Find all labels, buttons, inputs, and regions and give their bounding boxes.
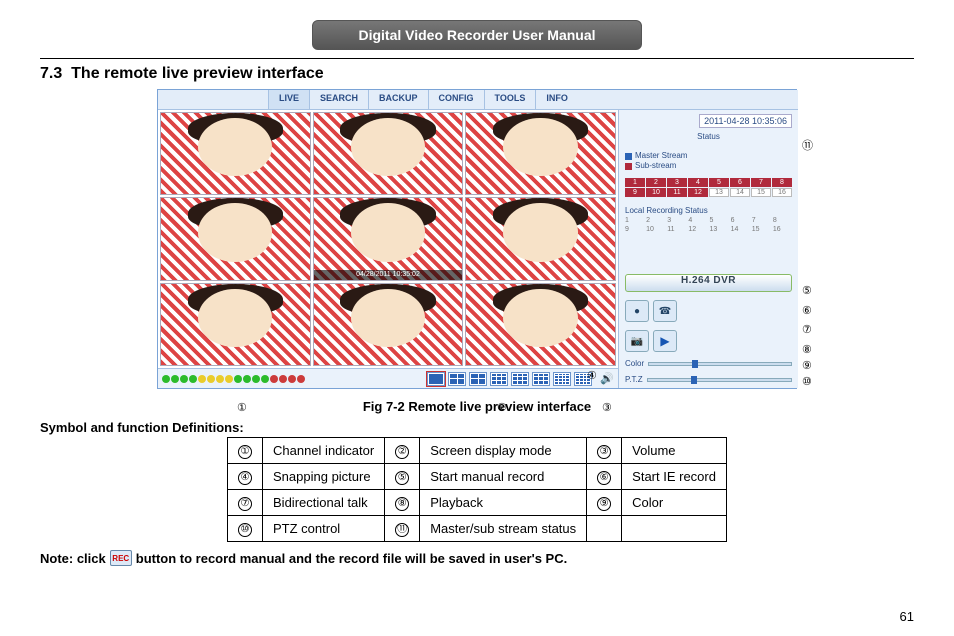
tab-tools[interactable]: TOOLS (484, 90, 536, 109)
view-4b[interactable] (469, 372, 487, 386)
lrs-label: Local Recording Status (625, 206, 792, 215)
camera-tile[interactable] (313, 112, 464, 195)
channel-cell[interactable]: 3 (667, 178, 687, 187)
callout-3: ③ (602, 401, 612, 414)
channel-cell[interactable]: 16 (772, 188, 792, 197)
callout-1: ① (237, 401, 247, 414)
section-heading: 7.3 The remote live preview interface (40, 65, 914, 83)
tab-config[interactable]: CONFIG (428, 90, 484, 109)
channel-cell[interactable]: 4 (688, 178, 708, 187)
channel-cell[interactable]: 10 (646, 188, 666, 197)
channel-cell[interactable]: 8 (772, 178, 792, 187)
tab-search[interactable]: SEARCH (309, 90, 368, 109)
camera-tile[interactable] (465, 283, 616, 366)
section-title-text: The remote live preview interface (71, 65, 324, 82)
rec-icon: REC (110, 550, 132, 566)
figure-caption: Fig 7-2 Remote live preview interface (40, 399, 914, 414)
channel-cell[interactable]: 11 (667, 188, 687, 197)
talk-button[interactable]: ☎ (653, 300, 677, 322)
camera-tile[interactable] (313, 283, 464, 366)
camera-tile[interactable] (465, 197, 616, 280)
view-9b[interactable] (511, 372, 529, 386)
camera-tile[interactable] (160, 197, 311, 280)
channel-cell[interactable]: 9 (625, 188, 645, 197)
view-16[interactable] (553, 372, 571, 386)
tab-info[interactable]: INFO (535, 90, 578, 109)
callout-5: ⑤ (802, 284, 812, 297)
camera-tile[interactable] (160, 112, 311, 195)
channel-cell[interactable]: 6 (730, 178, 750, 187)
dvr-logo: H.264 DVR (625, 274, 792, 292)
clock: 2011-04-28 10:35:06 (699, 114, 792, 128)
top-tabs: LIVE SEARCH BACKUP CONFIG TOOLS INFO (158, 90, 798, 110)
status-label: Status (625, 132, 792, 141)
view-4[interactable] (448, 372, 466, 386)
volume-icon[interactable]: 🔊 (600, 372, 614, 386)
bottom-toolbar: 🔊 (158, 368, 618, 388)
stream-legend: Master Stream Sub-stream (625, 151, 792, 171)
channel-cell[interactable]: 13 (709, 188, 729, 197)
channel-cell[interactable]: 15 (751, 188, 771, 197)
right-panel: 2011-04-28 10:35:06 Status Master Stream… (618, 110, 798, 388)
timestamp-overlay: 04/28/2011 10:35:02 (314, 270, 463, 280)
channel-cell[interactable]: 7 (751, 178, 771, 187)
figure: LIVE SEARCH BACKUP CONFIG TOOLS INFO 04/… (157, 89, 797, 389)
square-icon (625, 163, 632, 170)
color-slider[interactable]: Color (625, 359, 792, 368)
local-recording-status: Local Recording Status 1234 5678 9101112… (625, 206, 792, 233)
tab-live[interactable]: LIVE (268, 90, 309, 109)
square-icon (625, 153, 632, 160)
camera-tile[interactable] (465, 112, 616, 195)
callout-7: ⑦ (802, 323, 812, 336)
legend-master: Master Stream (635, 151, 687, 161)
header-rule (40, 58, 914, 59)
callout-8: ⑧ (802, 343, 812, 356)
callout-11: ⑪ (802, 137, 813, 153)
page-number: 61 (900, 609, 914, 624)
callout-10: ⑩ (802, 375, 812, 388)
camera-tile[interactable] (160, 283, 311, 366)
legend-sub: Sub-stream (635, 161, 676, 171)
definitions-heading: Symbol and function Definitions: (40, 420, 914, 435)
channel-cell[interactable]: 2 (646, 178, 666, 187)
view-1[interactable] (427, 372, 445, 386)
note-line: Note: click REC button to record manual … (40, 550, 914, 566)
channel-cell[interactable]: 1 (625, 178, 645, 187)
note-suffix: button to record manual and the record f… (136, 551, 567, 566)
channel-indicator (162, 375, 305, 383)
channel-grid: 1 2 3 4 5 6 7 8 9 10 11 12 13 14 15 16 (625, 178, 792, 197)
ptz-slider[interactable]: P.T.Z (625, 375, 792, 384)
page-header-badge: Digital Video Recorder User Manual (312, 20, 642, 50)
callout-6: ⑥ (802, 304, 812, 317)
channel-cell[interactable]: 14 (730, 188, 750, 197)
view-9[interactable] (490, 372, 508, 386)
display-mode-buttons (427, 372, 592, 386)
snap-button[interactable]: 📷 (625, 330, 649, 352)
definitions-table: ①Channel indicator ②Screen display mode … (227, 437, 727, 542)
camera-tile-focus[interactable]: 04/28/2011 10:35:02 (313, 197, 464, 280)
tab-backup[interactable]: BACKUP (368, 90, 428, 109)
play-button[interactable]: ▶ (653, 330, 677, 352)
channel-cell[interactable]: 5 (709, 178, 729, 187)
view-9c[interactable] (532, 372, 550, 386)
rec-button[interactable]: ● (625, 300, 649, 322)
note-prefix: Note: click (40, 551, 106, 566)
section-number: 7.3 (40, 65, 62, 82)
channel-cell[interactable]: 12 (688, 188, 708, 197)
callout-4: ④ (587, 369, 597, 382)
callout-9: ⑨ (802, 359, 812, 372)
video-grid: 04/28/2011 10:35:02 (158, 110, 618, 368)
screenshot: LIVE SEARCH BACKUP CONFIG TOOLS INFO 04/… (157, 89, 797, 389)
callout-2: ② (497, 401, 507, 414)
